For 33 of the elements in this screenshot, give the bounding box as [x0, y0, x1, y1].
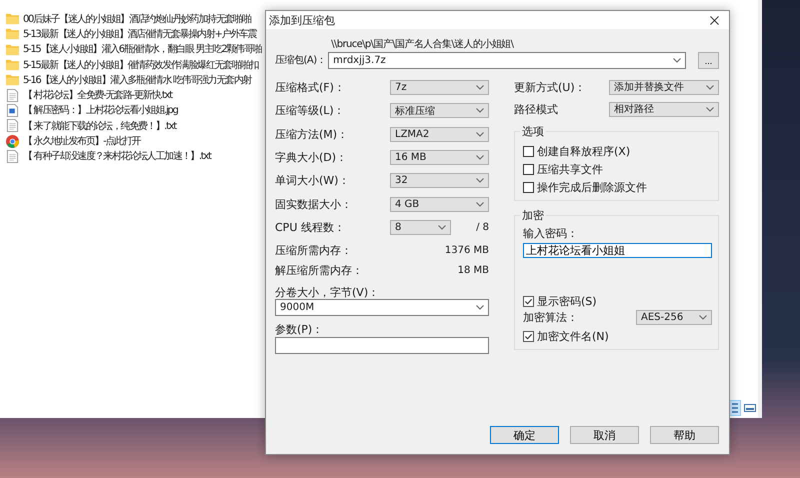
memory-label: 压缩所需内存：	[275, 242, 353, 258]
encryption-method-label: 加密算法：	[523, 310, 578, 325]
file-name: 5-15最新【迷人的小姐姐】催情药效发作满脸爆红无套啪啪扣	[23, 58, 258, 72]
password-label: 输入密码：	[523, 226, 579, 241]
file-name: 【 村花论坛】全免费-无套路-更新快.txt	[23, 88, 172, 102]
memory-value: 18 MB	[458, 264, 489, 276]
volume-size-label: 分卷大小，字节(V)：	[275, 285, 380, 300]
file-name: 5-15【迷人小姐姐】灌入6瓶催情水，翻白眼 男主吃2颗伟哥啪	[23, 42, 262, 56]
update-mode-label: 更新方式(U)：	[514, 80, 586, 94]
setting-label: 字典大小(D)：	[275, 150, 348, 166]
file-name: 【 有种子却没速度？来村花论坛人工加速！】.txt	[23, 150, 211, 164]
file-name: 5-13最新【迷人的小姐姐】酒店催情无套暴操内射+户外车震	[23, 28, 256, 41]
parameters-label: 参数(P)：	[275, 322, 324, 336]
memory-label: 解压缩所需内存：	[275, 262, 364, 278]
setting-label: 压缩方法(M)：	[275, 126, 350, 142]
setting-label: 单词大小(W)：	[275, 173, 350, 188]
setting-label: 压缩等级(L)：	[275, 103, 346, 118]
archive-label: 压缩包(A)：	[275, 54, 326, 67]
archive-path: \\bruce\p\国产\国产名人合集\迷人的小姐姐\	[330, 38, 514, 51]
file-name: 00后妹子【迷人的小姐姐】酒店约炮仙丹妙药加持无套啪啪	[23, 12, 251, 26]
file-name: 【 永久地址发布页】-点此打开	[23, 134, 140, 148]
file-name: 【 解压密码：】上村花论坛看小姐姐.jpg	[23, 104, 178, 118]
thread-count-total: / 8	[476, 222, 489, 233]
memory-value: 1376 MB	[444, 244, 489, 256]
encryption-group-title: 加密	[520, 208, 546, 223]
file-name: 5-16【迷人的小姐姐】灌入多瓶催情水 吃伟哥强力无套内射	[23, 74, 252, 87]
setting-label: CPU 线程数：	[275, 220, 346, 235]
options-group-title: 选项	[520, 124, 546, 139]
file-name: 【 来了就能下载的论坛，纯免费！】.txt	[23, 120, 176, 133]
setting-label: 压缩格式(F)：	[275, 80, 346, 96]
dialog-title: 添加到压缩包	[269, 12, 335, 28]
path-mode-label: 路径模式	[514, 102, 558, 116]
setting-label: 固实数据大小：	[275, 196, 353, 212]
